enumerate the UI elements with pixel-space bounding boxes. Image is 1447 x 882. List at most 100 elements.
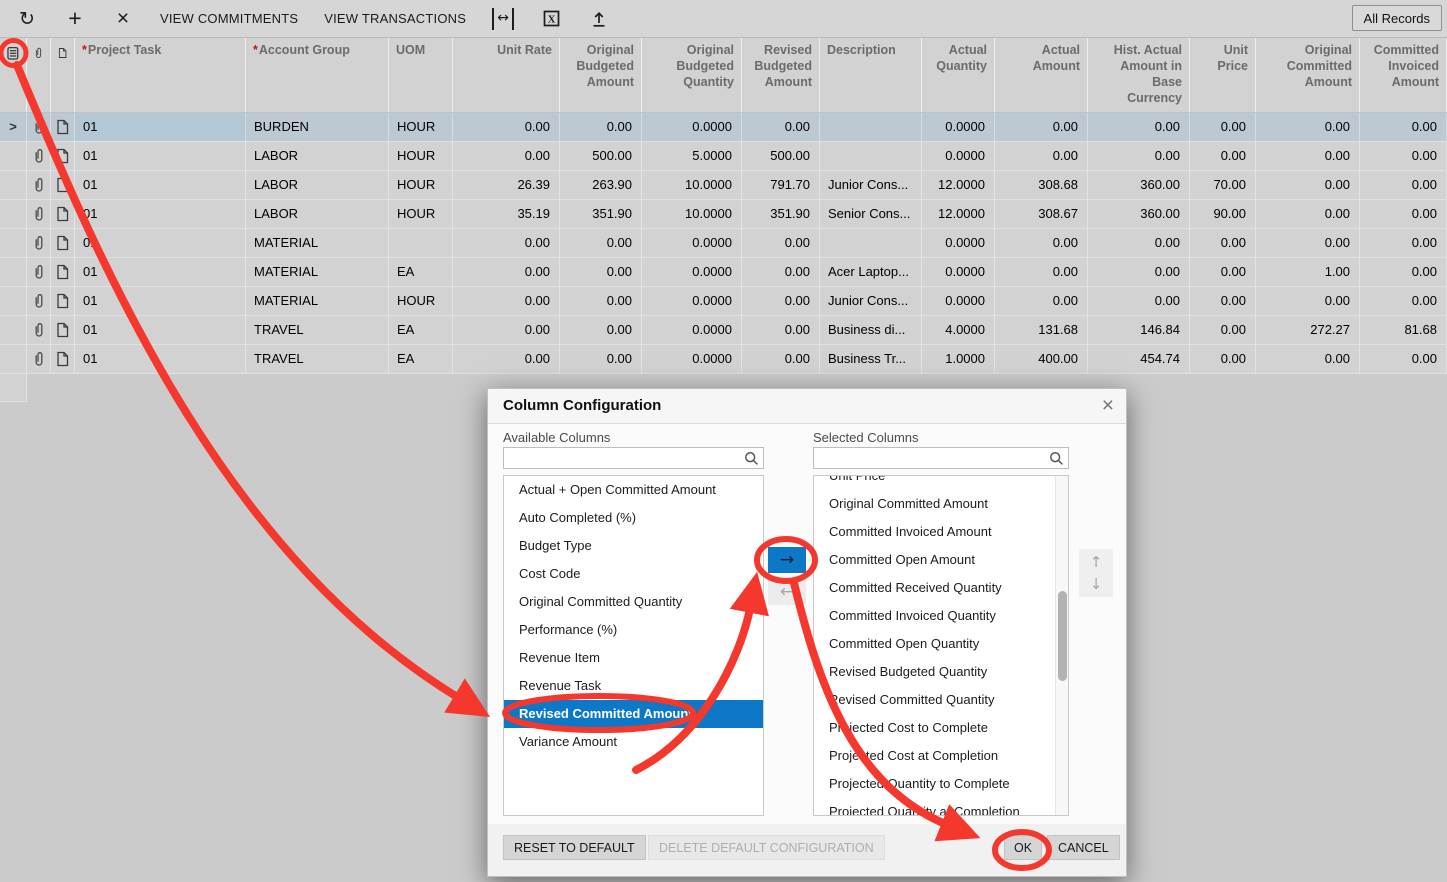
- grid-cell[interactable]: 0.00: [560, 258, 642, 286]
- grid-cell[interactable]: 0.00: [742, 229, 820, 257]
- attachments-cell[interactable]: [27, 200, 51, 228]
- grid-cell[interactable]: 0.00: [1190, 142, 1256, 170]
- paperclip-icon[interactable]: [33, 322, 45, 338]
- grid-cell[interactable]: 131.68: [995, 316, 1088, 344]
- refresh-icon[interactable]: ↻: [16, 8, 38, 30]
- row-selector-cell[interactable]: [0, 200, 27, 228]
- grid-cell[interactable]: 0.00: [560, 113, 642, 141]
- row-selector-cell[interactable]: [0, 287, 27, 315]
- grid-cell[interactable]: 0.00: [995, 258, 1088, 286]
- available-search-input[interactable]: [508, 449, 738, 467]
- grid-cell[interactable]: 01: [75, 345, 246, 373]
- grid-cell[interactable]: 0.0000: [642, 316, 742, 344]
- delete-row-icon[interactable]: ×: [112, 8, 134, 30]
- move-left-button[interactable]: ←: [768, 579, 806, 605]
- notes-cell[interactable]: [51, 229, 75, 257]
- grid-cell[interactable]: 0.00: [995, 287, 1088, 315]
- table-row[interactable]: 01MATERIAL0.000.000.00000.000.00000.000.…: [0, 229, 1447, 258]
- available-column-item[interactable]: Budget Type: [504, 532, 763, 560]
- paperclip-icon[interactable]: [33, 119, 45, 135]
- grid-cell[interactable]: [820, 113, 922, 141]
- grid-cell[interactable]: 0.00: [1088, 287, 1190, 315]
- grid-cell[interactable]: 0.00: [1256, 113, 1360, 141]
- attachments-cell[interactable]: [27, 113, 51, 141]
- column-header[interactable]: Actual Quantity: [922, 38, 995, 112]
- table-row[interactable]: 01TRAVELEA0.000.000.00000.00Business Tr.…: [0, 345, 1447, 374]
- notes-column-header[interactable]: [51, 38, 75, 112]
- grid-cell[interactable]: 263.90: [560, 171, 642, 199]
- grid-cell[interactable]: HOUR: [389, 171, 453, 199]
- grid-cell[interactable]: 0.0000: [642, 113, 742, 141]
- column-header[interactable]: Revised Budgeted Amount: [742, 38, 820, 112]
- ok-button[interactable]: OK: [1004, 835, 1042, 860]
- grid-cell[interactable]: 01: [75, 229, 246, 257]
- grid-cell[interactable]: 0.00: [453, 229, 560, 257]
- grid-cell[interactable]: 0.00: [1088, 229, 1190, 257]
- grid-cell[interactable]: 308.68: [995, 171, 1088, 199]
- grid-cell[interactable]: MATERIAL: [246, 229, 389, 257]
- grid-cell[interactable]: HOUR: [389, 113, 453, 141]
- grid-cell[interactable]: 1.00: [1256, 258, 1360, 286]
- view-transactions-button[interactable]: VIEW TRANSACTIONS: [324, 11, 466, 26]
- export-to-excel-icon[interactable]: X: [540, 8, 562, 30]
- grid-cell[interactable]: Acer Laptop...: [820, 258, 922, 286]
- grid-cell[interactable]: 0.00: [1360, 142, 1447, 170]
- grid-cell[interactable]: 500.00: [560, 142, 642, 170]
- column-header[interactable]: Original Committed Amount: [1256, 38, 1360, 112]
- grid-cell[interactable]: 0.00: [1190, 287, 1256, 315]
- move-up-icon[interactable]: ↑: [1090, 551, 1103, 573]
- fit-to-screen-icon[interactable]: ↔: [492, 8, 514, 30]
- grid-cell[interactable]: 0.00: [1360, 171, 1447, 199]
- grid-cell[interactable]: 351.90: [742, 200, 820, 228]
- attachments-cell[interactable]: [27, 142, 51, 170]
- grid-cell[interactable]: Junior Cons...: [820, 171, 922, 199]
- notes-cell[interactable]: [51, 287, 75, 315]
- available-column-item[interactable]: Performance (%): [504, 616, 763, 644]
- paperclip-icon[interactable]: [33, 206, 45, 222]
- selected-column-item[interactable]: Unit Price: [814, 475, 1068, 490]
- grid-cell[interactable]: 01: [75, 171, 246, 199]
- row-selector-cell[interactable]: [0, 345, 27, 373]
- grid-cell[interactable]: TRAVEL: [246, 345, 389, 373]
- grid-cell[interactable]: 0.0000: [642, 287, 742, 315]
- grid-cell[interactable]: 0.00: [453, 258, 560, 286]
- paperclip-icon[interactable]: [33, 351, 45, 367]
- grid-cell[interactable]: 0.00: [1190, 345, 1256, 373]
- grid-cell[interactable]: BURDEN: [246, 113, 389, 141]
- grid-cell[interactable]: 0.00: [742, 316, 820, 344]
- grid-cell[interactable]: EA: [389, 345, 453, 373]
- grid-cell[interactable]: EA: [389, 316, 453, 344]
- grid-cell[interactable]: 0.00: [560, 316, 642, 344]
- selected-column-item[interactable]: Committed Received Quantity: [814, 574, 1068, 602]
- grid-cell[interactable]: Junior Cons...: [820, 287, 922, 315]
- grid-cell[interactable]: HOUR: [389, 287, 453, 315]
- notes-cell[interactable]: [51, 200, 75, 228]
- grid-cell[interactable]: 360.00: [1088, 200, 1190, 228]
- document-icon[interactable]: [56, 351, 69, 367]
- selected-search-input[interactable]: [818, 449, 1048, 467]
- grid-cell[interactable]: 0.00: [742, 345, 820, 373]
- grid-cell[interactable]: 0.00: [995, 229, 1088, 257]
- attachments-cell[interactable]: [27, 229, 51, 257]
- grid-cell[interactable]: 0.00: [1360, 258, 1447, 286]
- selected-column-item[interactable]: Committed Open Quantity: [814, 630, 1068, 658]
- notes-cell[interactable]: [51, 113, 75, 141]
- column-header[interactable]: Original Budgeted Quantity: [642, 38, 742, 112]
- available-column-item[interactable]: Original Committed Quantity: [504, 588, 763, 616]
- grid-cell[interactable]: 01: [75, 200, 246, 228]
- selected-column-item[interactable]: Revised Budgeted Quantity: [814, 658, 1068, 686]
- grid-cell[interactable]: HOUR: [389, 200, 453, 228]
- grid-cell[interactable]: 0.00: [1088, 142, 1190, 170]
- grid-cell[interactable]: 0.00: [1360, 229, 1447, 257]
- paperclip-icon[interactable]: [33, 235, 45, 251]
- grid-cell[interactable]: Senior Cons...: [820, 200, 922, 228]
- grid-cell[interactable]: EA: [389, 258, 453, 286]
- grid-cell[interactable]: 0.00: [1256, 142, 1360, 170]
- document-icon[interactable]: [56, 322, 69, 338]
- notes-cell[interactable]: [51, 142, 75, 170]
- row-selector-cell[interactable]: [0, 142, 27, 170]
- grid-cell[interactable]: 0.00: [995, 113, 1088, 141]
- table-row[interactable]: 01TRAVELEA0.000.000.00000.00Business di.…: [0, 316, 1447, 345]
- grid-cell[interactable]: 35.19: [453, 200, 560, 228]
- grid-cell[interactable]: 0.00: [1360, 345, 1447, 373]
